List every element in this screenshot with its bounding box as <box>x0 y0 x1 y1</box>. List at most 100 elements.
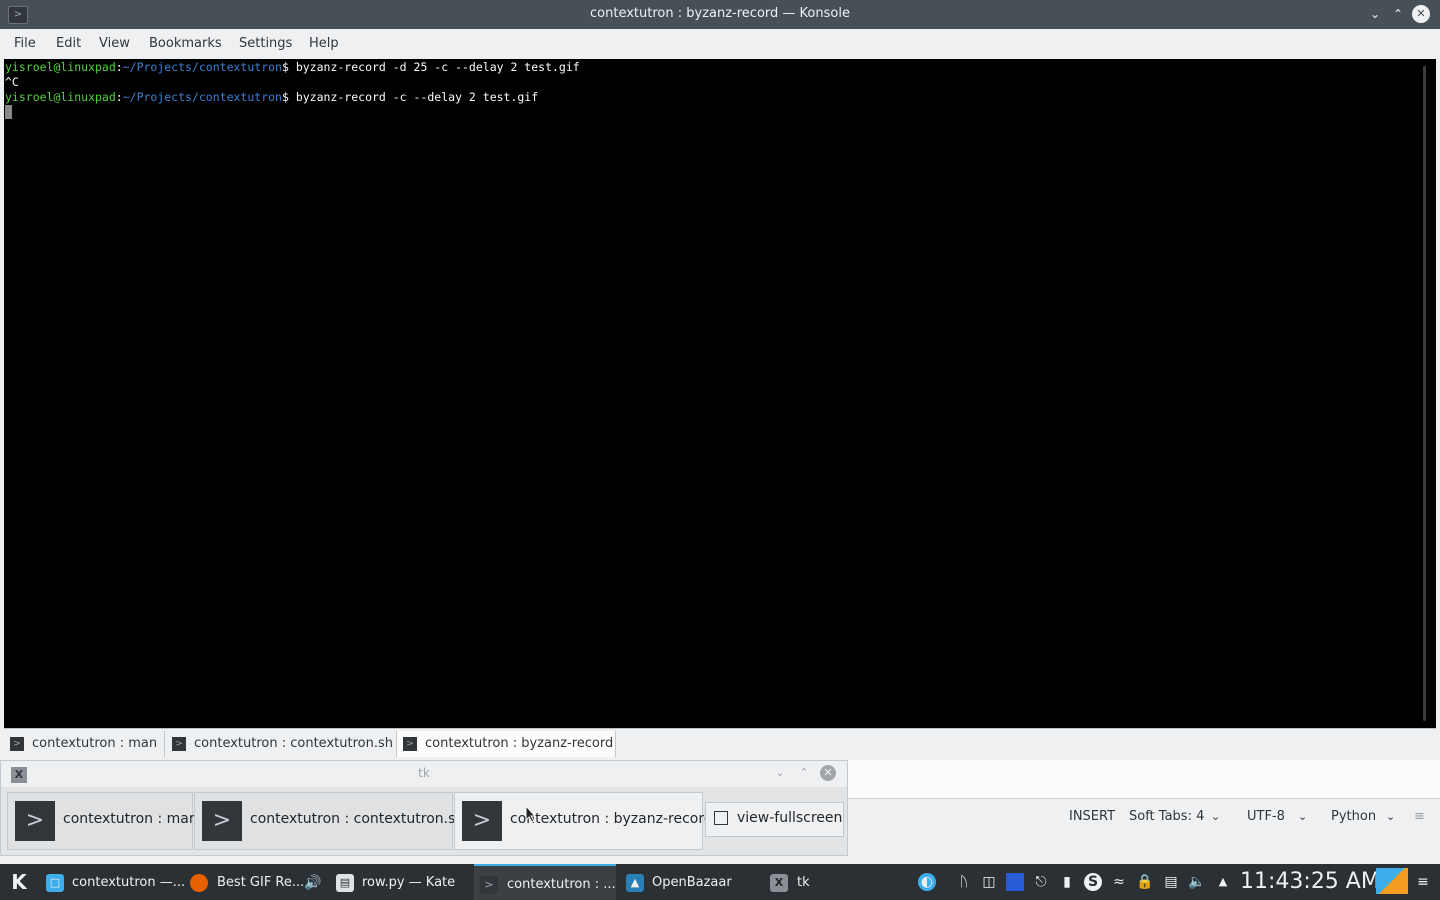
button-label: contextutron : byzanz-record <box>510 811 713 827</box>
prompt-symbol: $ <box>281 90 296 104</box>
terminal-icon: > <box>172 737 186 751</box>
terminal-icon: > <box>15 801 55 841</box>
menu-settings[interactable]: Settings <box>239 36 292 51</box>
kate-tabs-setting[interactable]: Soft Tabs: 4 <box>1129 809 1204 824</box>
mouse-pointer-icon <box>525 805 537 823</box>
bluetooth-icon[interactable]: ᚢ <box>955 873 973 891</box>
desktop-pager-icon[interactable] <box>1376 868 1408 894</box>
skype-icon[interactable]: S <box>1084 873 1102 891</box>
terminal-line: yisroel@linuxpad:~/Projects/contextutron… <box>5 90 538 105</box>
terminal-icon: > <box>10 737 24 751</box>
panel-menu-icon[interactable]: ≡ <box>1414 873 1432 891</box>
chevron-down-icon[interactable]: ⌄ <box>1211 810 1220 823</box>
menu-view[interactable]: View <box>99 36 130 51</box>
menubar: File Edit View Bookmarks Settings Help <box>0 29 1440 59</box>
lock-icon[interactable]: 🔒 <box>1136 873 1154 891</box>
kate-icon: ▤ <box>336 874 354 892</box>
expand-tray-icon[interactable]: ▲ <box>1214 873 1232 891</box>
button-label: view-fullscreen <box>737 810 843 826</box>
task-label: OpenBazaar <box>652 875 732 890</box>
task-label: row.py — Kate <box>362 875 456 890</box>
prompt-path: ~/Projects/contextutron <box>122 60 282 74</box>
tab-label: contextutron : man <box>32 736 158 751</box>
dolphin-icon: □ <box>46 874 64 892</box>
maximize-icon[interactable]: ⌃ <box>1389 5 1407 23</box>
command-text: byzanz-record -c --delay 2 test.gif <box>295 90 539 104</box>
task-kate[interactable]: ▤ row.py — Kate <box>330 866 470 898</box>
minimize-icon[interactable]: ⌄ <box>1366 5 1384 23</box>
volume-icon[interactable]: 🔈 <box>1188 873 1206 891</box>
terminal-line: yisroel@linuxpad:~/Projects/contextutron… <box>5 60 580 75</box>
task-openbazaar[interactable]: ▲ OpenBazaar <box>620 866 760 898</box>
firefox-icon <box>190 874 208 892</box>
tk-titlebar[interactable]: X tk ⌄ ⌃ ✕ <box>1 761 847 787</box>
terminal-icon: > <box>462 801 502 841</box>
prompt-sep: : <box>115 60 123 74</box>
view-fullscreen-button[interactable]: view-fullscreen <box>705 802 844 837</box>
updates-icon[interactable]: ⎋ <box>1032 873 1050 891</box>
clock[interactable]: 11:43:25 AM <box>1240 869 1380 894</box>
prompt-user: yisroel@linuxpad <box>5 60 116 74</box>
chevron-down-icon[interactable]: ⌄ <box>1386 810 1395 823</box>
menu-lines-icon[interactable]: ≡ <box>1414 809 1425 824</box>
prompt-path: ~/Projects/contextutron <box>122 90 282 104</box>
terminal-icon: > <box>202 801 242 841</box>
maximize-icon[interactable]: ⌃ <box>796 765 812 781</box>
prompt-symbol: $ <box>281 60 296 74</box>
task-label: Best GIF Re... <box>217 875 305 890</box>
konsole-icon: > <box>480 876 498 894</box>
terminal-icon: > <box>403 737 417 751</box>
display-icon[interactable]: ◫ <box>980 873 998 891</box>
menu-file[interactable]: File <box>14 36 36 51</box>
tk-button-man[interactable]: > contextutron : man <box>7 792 198 850</box>
menu-help[interactable]: Help <box>309 36 339 51</box>
tk-window: X tk ⌄ ⌃ ✕ > contextutron : man > contex… <box>0 760 848 856</box>
fullscreen-icon <box>714 811 728 825</box>
app-tray-icon[interactable] <box>1006 873 1024 891</box>
minimize-icon[interactable]: ⌄ <box>772 765 788 781</box>
terminal-cursor <box>5 105 12 119</box>
kate-encoding[interactable]: UTF-8 <box>1247 809 1285 824</box>
chevron-down-icon[interactable]: ⌄ <box>1298 810 1307 823</box>
tk-title: tk <box>418 766 430 780</box>
close-icon[interactable]: ✕ <box>1412 5 1430 23</box>
task-label: tk <box>797 875 810 890</box>
tab-label: contextutron : byzanz-record <box>425 736 614 751</box>
tab-byzanz-record[interactable]: > contextutron : byzanz-record <box>397 731 616 757</box>
tk-icon: X <box>770 874 788 892</box>
kate-language[interactable]: Python <box>1331 809 1376 824</box>
tab-man[interactable]: > contextutron : man <box>4 731 165 757</box>
task-konsole[interactable]: > contextutron : ... <box>474 864 616 900</box>
terminal-area[interactable]: yisroel@linuxpad:~/Projects/contextutron… <box>4 59 1436 728</box>
task-label: contextutron : ... <box>507 877 616 892</box>
terminal-scrollbar[interactable] <box>1423 66 1426 721</box>
window-title: contextutron : byzanz-record — Konsole <box>590 6 850 21</box>
task-firefox[interactable]: Best GIF Re... 🔊 <box>184 866 326 898</box>
taskbar: K □ contextutron —... Best GIF Re... 🔊 ▤… <box>0 864 1440 900</box>
button-label: contextutron : contextutron.sh <box>250 811 465 827</box>
prompt-sep: : <box>115 90 123 104</box>
tk-button-contextutron-sh[interactable]: > contextutron : contextutron.sh <box>194 792 464 850</box>
terminal-line: ^C <box>5 75 19 89</box>
kate-editor-area[interactable] <box>846 760 1440 799</box>
openbazaar-icon: ▲ <box>626 874 644 892</box>
tab-contextutron-sh[interactable]: > contextutron : contextutron.sh <box>166 731 397 757</box>
window-titlebar[interactable]: > contextutron : byzanz-record — Konsole… <box>0 0 1440 29</box>
command-text: byzanz-record -d 25 -c --delay 2 test.gi… <box>295 60 580 74</box>
close-icon[interactable]: ✕ <box>820 765 836 781</box>
speaker-icon[interactable]: 🔊 <box>304 875 321 891</box>
vpn-icon[interactable]: ◐ <box>918 873 936 891</box>
button-label: contextutron : man <box>63 811 198 827</box>
task-dolphin[interactable]: □ contextutron —... <box>40 866 186 898</box>
usb-icon[interactable]: ▮ <box>1058 873 1076 891</box>
tk-button-byzanz-record[interactable]: > contextutron : byzanz-record <box>454 792 713 850</box>
menu-edit[interactable]: Edit <box>56 36 81 51</box>
wifi-icon[interactable]: ≈ <box>1110 873 1128 891</box>
task-tk[interactable]: X tk <box>764 866 904 898</box>
kate-mode[interactable]: INSERT <box>1069 809 1115 824</box>
kde-launcher-icon[interactable]: K <box>6 869 32 895</box>
tab-label: contextutron : contextutron.sh <box>194 736 393 751</box>
clipboard-icon[interactable]: ▤ <box>1162 873 1180 891</box>
menu-bookmarks[interactable]: Bookmarks <box>149 36 222 51</box>
task-label: contextutron —... <box>72 875 186 890</box>
